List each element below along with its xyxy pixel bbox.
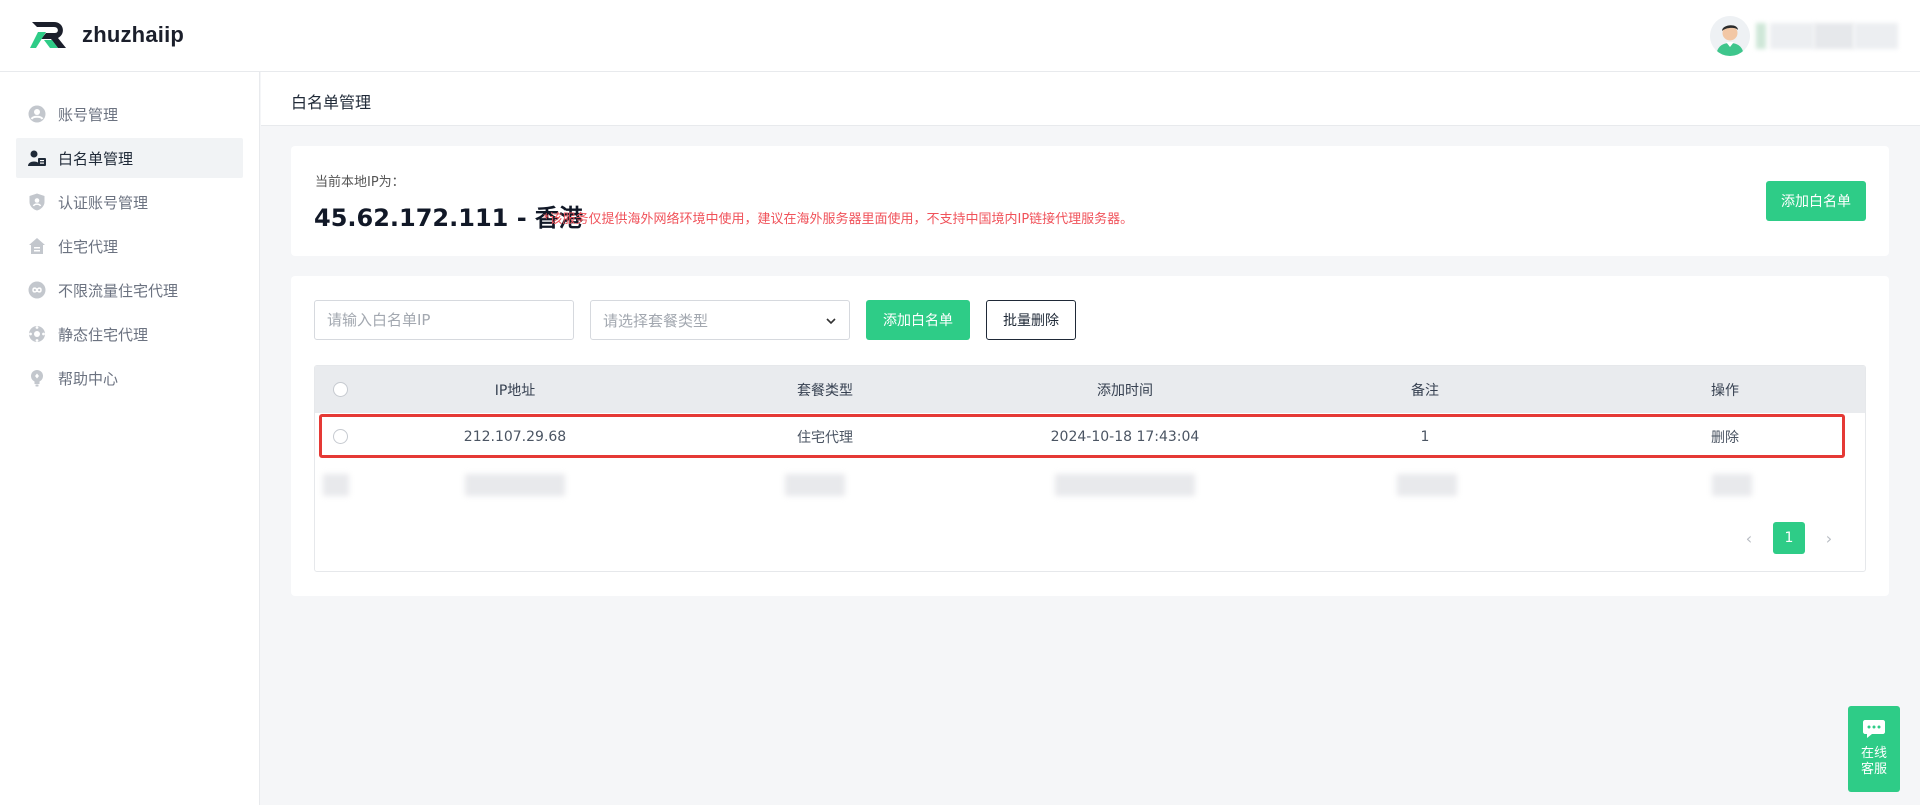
sidebar-item-whitelist[interactable]: 白名单管理 <box>16 138 243 178</box>
sidebar-item-label: 账号管理 <box>58 105 119 124</box>
plan-type-placeholder: 请选择套餐类型 <box>603 311 709 330</box>
online-support-button[interactable]: 在线 客服 <box>1848 706 1900 792</box>
globe-icon <box>29 326 45 342</box>
avatar[interactable] <box>1710 16 1750 56</box>
pagination: ‹ 1 › <box>1733 522 1845 554</box>
sidebar-item-unlimited-proxy[interactable]: 不限流量住宅代理 <box>16 270 243 310</box>
sidebar: 账号管理 白名单管理 认证账号管理 住宅代理 不限流量住宅代理 静态住宅代理 帮… <box>0 72 260 805</box>
next-page-button[interactable]: › <box>1813 522 1845 554</box>
column-header-note: 备注 <box>1411 382 1439 399</box>
column-header-ip: IP地址 <box>494 382 536 399</box>
shield-user-icon <box>29 193 45 211</box>
service-warning-note: *该服务仅提供海外网络环境中使用，建议在海外服务器里面使用，不支持中国境内IP链… <box>543 212 1134 227</box>
sidebar-item-label: 认证账号管理 <box>58 193 149 212</box>
sidebar-item-label: 静态住宅代理 <box>58 325 149 344</box>
row-plan: 住宅代理 <box>797 429 853 446</box>
top-header: zhuzhaiip <box>0 0 1920 72</box>
sidebar-item-auth-account[interactable]: 认证账号管理 <box>16 182 243 222</box>
row-note: 1 <box>1420 428 1430 445</box>
sidebar-item-label: 住宅代理 <box>58 237 119 256</box>
table-row: 212.107.29.68 住宅代理 2024-10-18 17:43:04 1… <box>315 413 1865 460</box>
row-ip: 212.107.29.68 <box>463 428 567 445</box>
whitelist-ip-input[interactable] <box>314 300 574 340</box>
sidebar-item-help-center[interactable]: 帮助中心 <box>16 358 243 398</box>
select-all-checkbox[interactable] <box>333 382 348 397</box>
chat-icon <box>1863 720 1885 738</box>
support-label-line2: 客服 <box>1860 762 1887 777</box>
row-checkbox[interactable] <box>333 429 348 444</box>
user-name-redacted <box>1752 19 1902 53</box>
column-header-plan: 套餐类型 <box>797 382 853 399</box>
logo[interactable]: zhuzhaiip <box>28 18 184 52</box>
infinity-icon <box>28 281 46 299</box>
sidebar-item-label: 帮助中心 <box>58 369 119 388</box>
table-row-redacted <box>315 460 1865 507</box>
chevron-down-icon <box>826 318 836 325</box>
column-header-time: 添加时间 <box>1097 382 1153 399</box>
page-title: 白名单管理 <box>291 93 372 112</box>
local-ip-card: 当前本地IP为： 45.62.172.111 - 香港 *该服务仅提供海外网络环… <box>291 146 1889 256</box>
sidebar-item-residential-proxy[interactable]: 住宅代理 <box>16 226 243 266</box>
column-header-op: 操作 <box>1711 382 1739 399</box>
page-title-bar: 白名单管理 <box>261 72 1920 126</box>
local-ip-label: 当前本地IP为： <box>315 175 405 190</box>
sidebar-item-label: 不限流量住宅代理 <box>58 281 179 300</box>
page-number-current[interactable]: 1 <box>1773 522 1805 554</box>
user-list-icon <box>28 150 46 166</box>
support-label-line1: 在线 <box>1860 746 1887 761</box>
logo-icon <box>30 22 66 48</box>
table-header: IP地址 套餐类型 添加时间 备注 操作 <box>315 366 1865 413</box>
bulb-icon <box>31 370 43 387</box>
sidebar-item-label: 白名单管理 <box>58 149 134 168</box>
prev-page-button[interactable]: ‹ <box>1733 522 1765 554</box>
whitelist-table: IP地址 套餐类型 添加时间 备注 操作 212.107.29.68 住宅代理 … <box>314 365 1866 572</box>
user-circle-icon <box>28 105 46 123</box>
user-menu[interactable] <box>1710 16 1902 56</box>
app-name: zhuzhaiip <box>82 22 185 47</box>
delete-row-link[interactable]: 删除 <box>1595 413 1855 460</box>
batch-delete-button[interactable]: 批量删除 <box>986 300 1076 340</box>
add-whitelist-button[interactable]: 添加白名单 <box>1766 181 1866 221</box>
sidebar-item-static-proxy[interactable]: 静态住宅代理 <box>16 314 243 354</box>
sidebar-menu: 账号管理 白名单管理 认证账号管理 住宅代理 不限流量住宅代理 静态住宅代理 帮… <box>0 72 259 398</box>
whitelist-card: 请选择套餐类型 添加白名单 批量删除 IP地址 套餐类型 添加时间 备注 操作 … <box>291 276 1889 596</box>
plan-type-select[interactable]: 请选择套餐类型 <box>590 300 850 340</box>
add-whitelist-button[interactable]: 添加白名单 <box>866 300 970 340</box>
home-icon <box>29 238 45 254</box>
sidebar-item-account[interactable]: 账号管理 <box>16 94 243 134</box>
support-label: 在线 客服 <box>1861 746 1887 778</box>
row-time: 2024-10-18 17:43:04 <box>1050 428 1200 445</box>
